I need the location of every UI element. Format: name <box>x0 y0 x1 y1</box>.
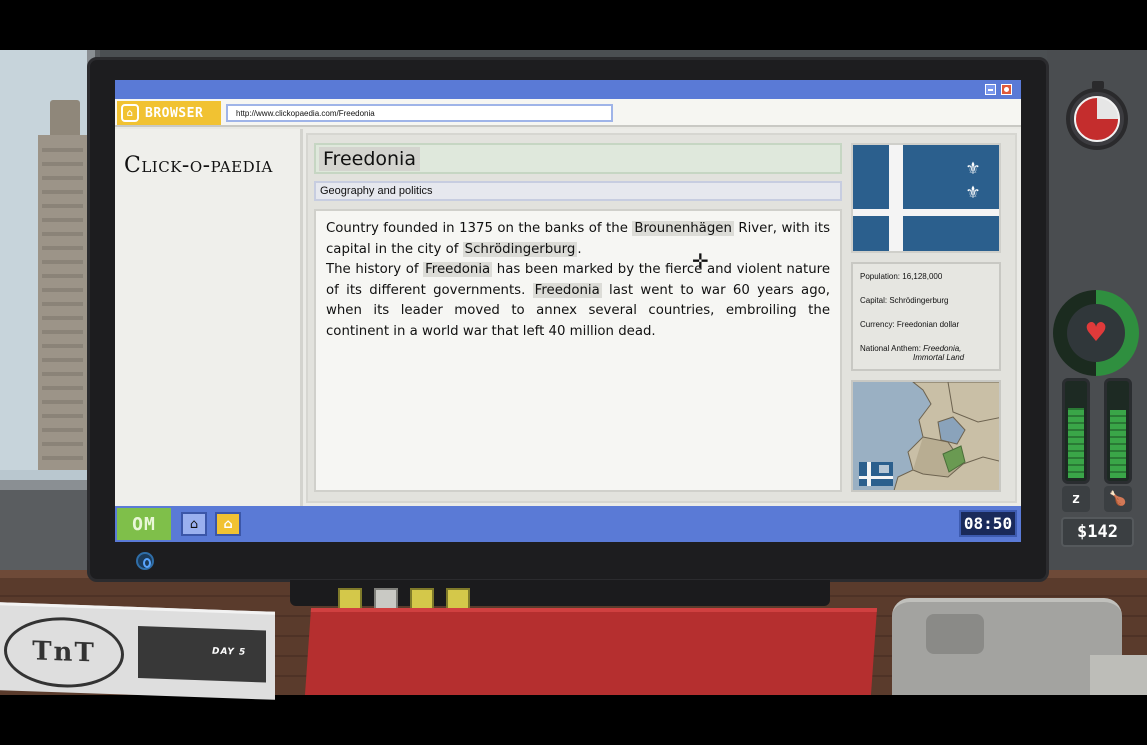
sticky-note[interactable] <box>446 588 470 610</box>
eagle-emblem-icon: ⚜ <box>965 183 981 203</box>
food-icon: 🍗 <box>1104 486 1132 512</box>
browser-logo-icon: ⌂ <box>121 104 139 122</box>
newspaper[interactable]: TnT DAY 5 <box>0 602 275 700</box>
map-graphic <box>853 382 999 490</box>
water-tower <box>50 100 80 136</box>
article-title-box: Freedonia <box>314 143 842 174</box>
country-map <box>851 380 1001 492</box>
anthem-value: Freedonia, <box>923 344 962 353</box>
highlight-brounenhagen[interactable]: Brounenhägen <box>632 221 734 236</box>
browser-label-text: BROWSER <box>145 105 204 121</box>
url-field[interactable]: http://www.clickopaedia.com/Freedonia <box>226 104 613 122</box>
article-text: Country founded in 1375 on the banks of … <box>314 209 842 492</box>
sticky-note[interactable] <box>338 588 362 610</box>
flag-cross-horizontal <box>853 209 999 216</box>
sleep-icon: z <box>1062 486 1090 512</box>
newspaper-day: DAY 5 <box>212 646 247 658</box>
highlight-freedonia[interactable]: Freedonia <box>423 262 493 277</box>
home-icon[interactable]: ⌂ <box>181 512 207 536</box>
sticky-note[interactable] <box>410 588 434 610</box>
browser-toolbar: ⌂ BROWSER http://www.clickopaedia.com/Fr… <box>115 99 1021 127</box>
text-run: . <box>577 241 582 257</box>
anthem-label: National Anthem: <box>860 344 924 353</box>
eagle-emblem-icon: ⚜ <box>965 159 981 179</box>
red-notebook[interactable] <box>304 608 878 695</box>
computer-screen: ⌂ BROWSER http://www.clickopaedia.com/Fr… <box>115 80 1021 542</box>
web-page: Click-o-paedia Freedonia Geography and p… <box>115 129 1021 506</box>
desk-phone[interactable] <box>892 598 1122 695</box>
hunger-meter-fill <box>1110 410 1126 478</box>
window-titlebar <box>115 80 1021 99</box>
newspaper-header-band <box>138 626 266 683</box>
timer-face <box>1074 96 1120 142</box>
infobox-anthem: National Anthem: Freedonia, Immortal Lan… <box>860 344 992 362</box>
article-paragraph-1: Country founded in 1375 on the banks of … <box>326 219 830 260</box>
highlight-schrodingerburg[interactable]: Schrödingerburg <box>462 241 578 257</box>
stopwatch-timer-icon <box>1066 88 1128 150</box>
article-paragraph-2: The history of Freedonia has been marked… <box>326 260 830 342</box>
power-button-icon[interactable] <box>136 552 154 570</box>
health-ring: ♥ <box>1053 290 1139 376</box>
article-title: Freedonia <box>319 147 420 171</box>
infobox-capital: Capital: Schrödingerburg <box>860 296 949 305</box>
health-ring-inner: ♥ <box>1067 304 1125 362</box>
wiki-logo[interactable]: Click-o-paedia <box>124 153 273 178</box>
browser-icon[interactable]: ⌂ <box>215 512 241 536</box>
minimize-button[interactable] <box>985 84 996 95</box>
newspaper-logo: TnT <box>4 615 124 690</box>
room-window <box>0 50 95 490</box>
city-building <box>38 135 87 470</box>
heart-icon: ♥ <box>1084 318 1108 348</box>
infobox-currency: Currency: Freedonian dollar <box>860 320 960 329</box>
article-container: Freedonia Geography and politics Country… <box>306 133 1017 503</box>
taskbar-clock: 08:50 <box>959 510 1017 537</box>
sleep-meter <box>1062 378 1090 484</box>
sticky-note[interactable] <box>374 588 398 610</box>
infobox-population: Population: 16,128,000 <box>860 272 943 281</box>
highlight-freedonia[interactable]: Freedonia <box>532 282 602 298</box>
browser-label: ⌂ BROWSER <box>117 101 221 125</box>
article-section-heading: Geography and politics <box>314 181 842 201</box>
close-button[interactable] <box>1001 84 1012 95</box>
keyboard <box>1090 655 1147 695</box>
money-counter: $142 <box>1061 517 1134 547</box>
sleep-meter-fill <box>1068 407 1084 478</box>
country-flag: ⚜ ⚜ <box>851 143 1001 253</box>
country-infobox: Population: 16,128,000 Capital: Schrödin… <box>851 262 1001 371</box>
hunger-meter <box>1104 378 1132 484</box>
taskbar: OM ⌂ ⌂ 08:50 <box>115 506 1021 542</box>
start-button[interactable]: OM <box>117 508 171 540</box>
crosshair-cursor-icon: ✛ <box>692 249 709 273</box>
anthem-value-line2: Immortal Land <box>913 353 965 362</box>
flag-cross-vertical <box>889 145 903 251</box>
wiki-sidebar: Click-o-paedia <box>115 129 303 506</box>
text-run: Country founded in 1375 on the banks of … <box>326 221 633 236</box>
text-run: The history of <box>326 262 424 277</box>
